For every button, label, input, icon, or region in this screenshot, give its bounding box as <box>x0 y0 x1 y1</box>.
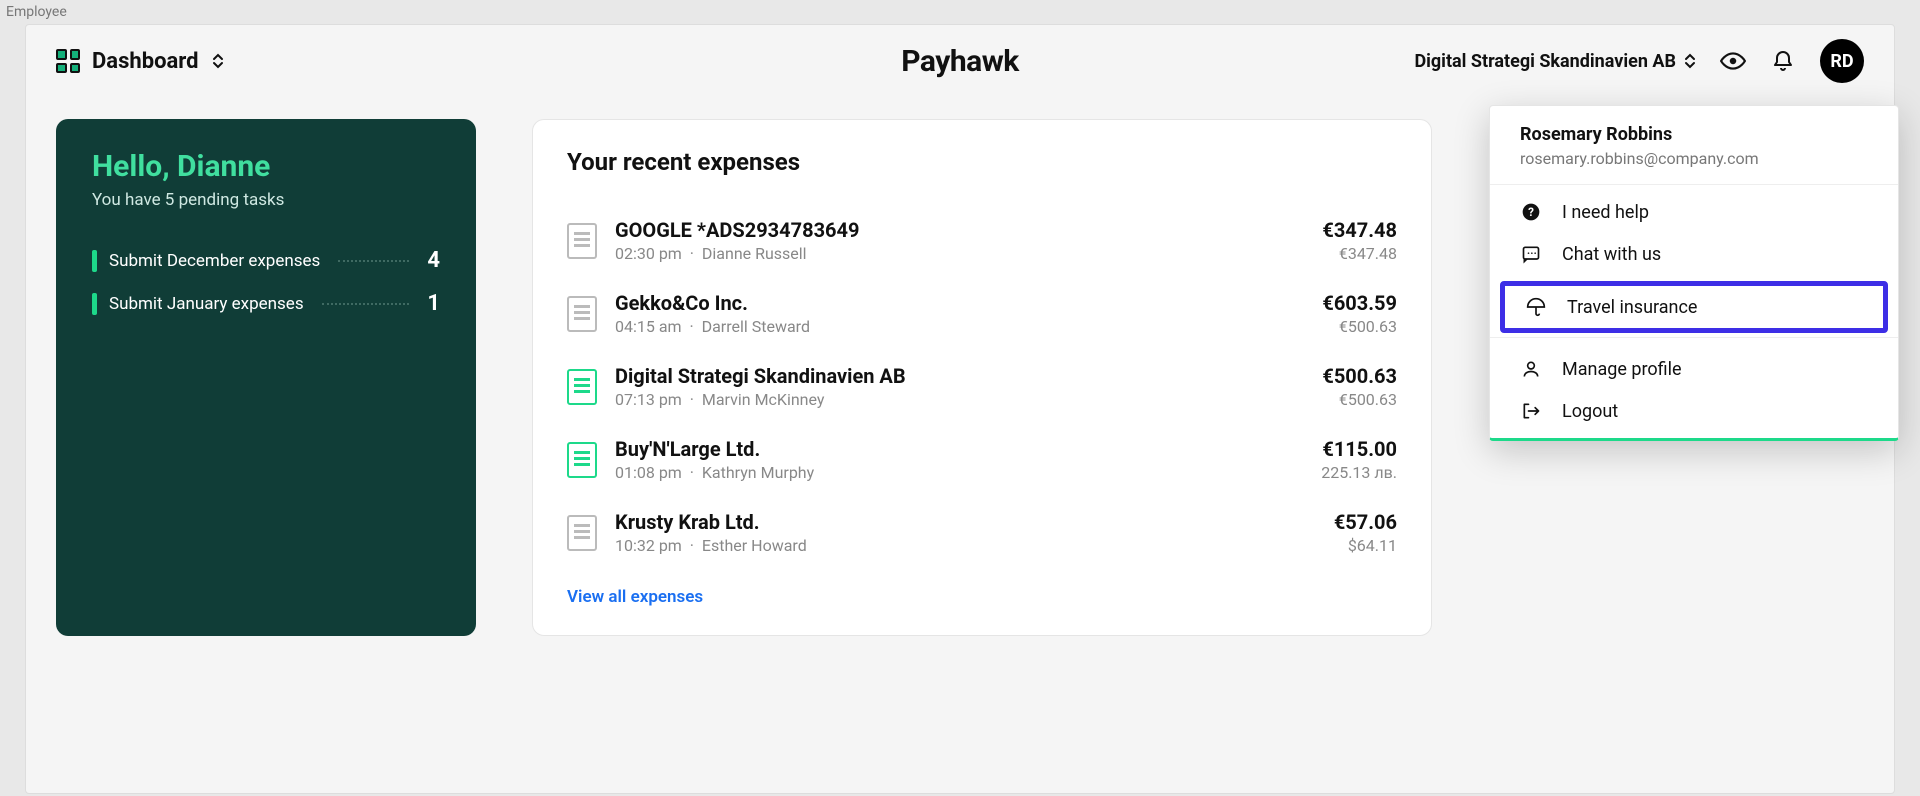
expense-amount: €57.06 <box>1334 510 1397 534</box>
expense-subamount: €347.48 <box>1322 244 1397 263</box>
expense-row[interactable]: Digital Strategi Skandinavien AB 07:13 p… <box>567 350 1397 423</box>
expense-subamount: 225.13 лв. <box>1321 463 1397 482</box>
expense-main: Krusty Krab Ltd. 10:32 pm · Esther Howar… <box>615 510 1316 555</box>
task-row[interactable]: Submit December expenses 4 <box>92 248 440 273</box>
task-dots <box>338 260 409 262</box>
logout-icon <box>1520 400 1542 422</box>
expense-row[interactable]: Krusty Krab Ltd. 10:32 pm · Esther Howar… <box>567 496 1397 569</box>
brand-logo: Payhawk <box>901 44 1019 79</box>
expense-meta: 10:32 pm · Esther Howard <box>615 536 1316 555</box>
user-menu-name: Rosemary Robbins <box>1520 124 1872 145</box>
avatar[interactable]: RD <box>1820 39 1864 83</box>
menu-item-logout[interactable]: Logout <box>1490 390 1898 432</box>
task-count: 4 <box>427 248 440 273</box>
greeting-title: Hello, Dianne <box>92 149 440 184</box>
header: Dashboard Payhawk Digital Strategi Skand… <box>26 25 1894 97</box>
eye-icon[interactable] <box>1720 48 1746 74</box>
user-menu: Rosemary Robbins rosemary.robbins@compan… <box>1489 105 1899 441</box>
expense-meta: 04:15 am · Darrell Steward <box>615 317 1304 336</box>
apps-grid-icon[interactable] <box>56 49 80 73</box>
expense-amount: €603.59 <box>1322 291 1397 315</box>
expense-vendor: GOOGLE *ADS2934783649 <box>615 218 1304 242</box>
expense-vendor: Buy'N'Large Ltd. <box>615 437 1303 461</box>
expense-amount: €347.48 <box>1322 218 1397 242</box>
user-menu-highlight: Travel insurance <box>1500 281 1888 333</box>
greeting-card: Hello, Dianne You have 5 pending tasks S… <box>56 119 476 636</box>
umbrella-icon <box>1525 296 1547 318</box>
company-name: Digital Strategi Skandinavien AB <box>1414 51 1676 72</box>
app-frame: Dashboard Payhawk Digital Strategi Skand… <box>25 24 1895 794</box>
task-dots <box>322 303 410 305</box>
document-icon <box>567 296 597 332</box>
expense-amounts: €347.48 €347.48 <box>1322 218 1397 263</box>
expense-meta: 07:13 pm · Marvin McKinney <box>615 390 1304 409</box>
expense-main: GOOGLE *ADS2934783649 02:30 pm · Dianne … <box>615 218 1304 263</box>
menu-item-travel-insurance[interactable]: Travel insurance <box>1505 286 1883 328</box>
svg-text:?: ? <box>1528 205 1534 219</box>
document-icon <box>567 369 597 405</box>
chevron-updown-icon <box>1684 53 1696 69</box>
expense-amounts: €115.00 225.13 лв. <box>1321 437 1397 482</box>
task-accent-bar <box>92 250 97 272</box>
chat-icon <box>1520 243 1542 265</box>
expense-meta: 02:30 pm · Dianne Russell <box>615 244 1304 263</box>
expense-row[interactable]: GOOGLE *ADS2934783649 02:30 pm · Dianne … <box>567 204 1397 277</box>
help-icon: ? <box>1520 201 1542 223</box>
menu-item-profile[interactable]: Manage profile <box>1490 348 1898 390</box>
expense-subamount: €500.63 <box>1322 390 1397 409</box>
expense-main: Buy'N'Large Ltd. 01:08 pm · Kathryn Murp… <box>615 437 1303 482</box>
expense-vendor: Krusty Krab Ltd. <box>615 510 1316 534</box>
task-label: Submit January expenses <box>109 294 304 314</box>
expenses-card: Your recent expenses GOOGLE *ADS29347836… <box>532 119 1432 636</box>
expense-vendor: Gekko&Co Inc. <box>615 291 1304 315</box>
role-label: Employee <box>0 0 1920 24</box>
document-icon <box>567 442 597 478</box>
expense-amounts: €500.63 €500.63 <box>1322 364 1397 409</box>
header-right: Digital Strategi Skandinavien AB RD <box>1414 39 1864 83</box>
document-icon <box>567 223 597 259</box>
menu-item-help[interactable]: ? I need help <box>1490 191 1898 233</box>
document-icon <box>567 515 597 551</box>
expense-row[interactable]: Buy'N'Large Ltd. 01:08 pm · Kathryn Murp… <box>567 423 1397 496</box>
menu-item-label: Logout <box>1562 401 1618 422</box>
expense-main: Gekko&Co Inc. 04:15 am · Darrell Steward <box>615 291 1304 336</box>
task-count: 1 <box>427 291 440 316</box>
user-menu-header: Rosemary Robbins rosemary.robbins@compan… <box>1490 106 1898 185</box>
expense-amounts: €603.59 €500.63 <box>1322 291 1397 336</box>
header-left: Dashboard <box>56 49 225 74</box>
person-icon <box>1520 358 1542 380</box>
task-label: Submit December expenses <box>109 251 320 271</box>
user-menu-email: rosemary.robbins@company.com <box>1520 149 1872 168</box>
expense-meta: 01:08 pm · Kathryn Murphy <box>615 463 1303 482</box>
menu-item-label: I need help <box>1562 202 1649 223</box>
bell-icon[interactable] <box>1770 48 1796 74</box>
menu-item-label: Manage profile <box>1562 359 1682 380</box>
expense-amount: €115.00 <box>1321 437 1397 461</box>
page-switcher-icon[interactable] <box>211 53 225 69</box>
expense-row[interactable]: Gekko&Co Inc. 04:15 am · Darrell Steward… <box>567 277 1397 350</box>
expense-main: Digital Strategi Skandinavien AB 07:13 p… <box>615 364 1304 409</box>
page-title: Dashboard <box>92 49 199 74</box>
expenses-title: Your recent expenses <box>567 148 1397 176</box>
menu-item-label: Chat with us <box>1562 244 1661 265</box>
expense-subamount: €500.63 <box>1322 317 1397 336</box>
greeting-subtitle: You have 5 pending tasks <box>92 190 440 210</box>
task-accent-bar <box>92 293 97 315</box>
task-row[interactable]: Submit January expenses 1 <box>92 291 440 316</box>
view-all-expenses-link[interactable]: View all expenses <box>567 587 1397 607</box>
expense-amounts: €57.06 $64.11 <box>1334 510 1397 555</box>
menu-item-label: Travel insurance <box>1567 297 1697 318</box>
expense-subamount: $64.11 <box>1334 536 1397 555</box>
company-switcher[interactable]: Digital Strategi Skandinavien AB <box>1414 51 1696 72</box>
expense-vendor: Digital Strategi Skandinavien AB <box>615 364 1304 388</box>
expense-amount: €500.63 <box>1322 364 1397 388</box>
menu-item-chat[interactable]: Chat with us <box>1490 233 1898 275</box>
